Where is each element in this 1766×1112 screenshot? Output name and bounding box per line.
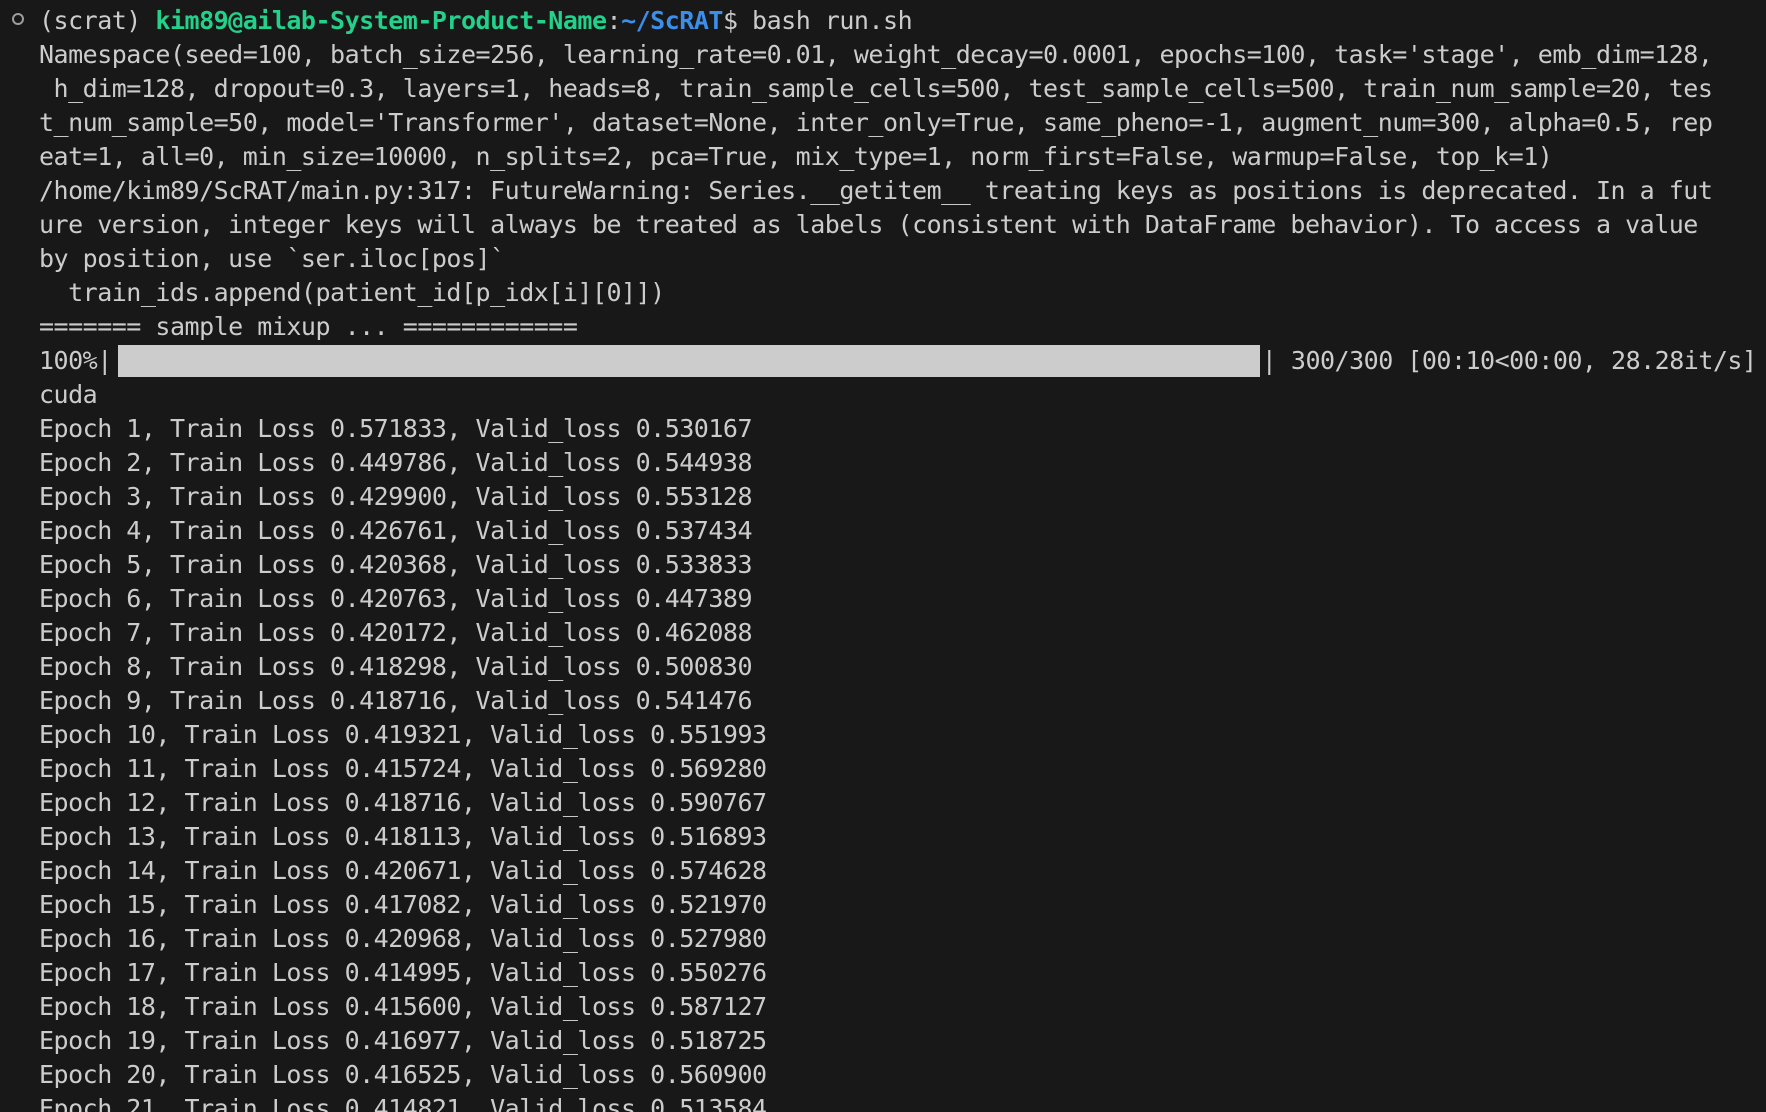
progress-percent: 100% bbox=[39, 346, 98, 375]
prompt-separator: : bbox=[606, 6, 622, 35]
output-block: Namespace(seed=100, batch_size=256, lear… bbox=[39, 38, 1759, 344]
epoch-log-line: Epoch 6, Train Loss 0.420763, Valid_loss… bbox=[39, 584, 753, 613]
progress-stats: 300/300 [00:10<00:00, 28.28it/s] bbox=[1276, 346, 1757, 375]
epoch-log-line: Epoch 13, Train Loss 0.418113, Valid_los… bbox=[39, 822, 767, 851]
epoch-log-line: Epoch 10, Train Loss 0.419321, Valid_los… bbox=[39, 720, 767, 749]
command-status-circle-icon[interactable] bbox=[12, 13, 24, 25]
device-line: cuda bbox=[39, 380, 98, 409]
epoch-log-line: Epoch 16, Train Loss 0.420968, Valid_los… bbox=[39, 924, 767, 953]
progress-bar-fill bbox=[117, 345, 1260, 377]
command-text: bash run.sh bbox=[737, 6, 913, 35]
output-line: h_dim=128, dropout=0.3, layers=1, heads=… bbox=[39, 74, 1713, 103]
epoch-log: Epoch 1, Train Loss 0.571833, Valid_loss… bbox=[39, 412, 1759, 1112]
epoch-log-line: Epoch 17, Train Loss 0.414995, Valid_los… bbox=[39, 958, 767, 987]
output-line: train_ids.append(patient_id[p_idx[i][0]]… bbox=[39, 278, 665, 307]
epoch-log-line: Epoch 4, Train Loss 0.426761, Valid_loss… bbox=[39, 516, 753, 545]
conda-env-label: (scrat) bbox=[39, 6, 141, 35]
epoch-log-line: Epoch 8, Train Loss 0.418298, Valid_loss… bbox=[39, 652, 753, 681]
epoch-log-line: Epoch 14, Train Loss 0.420671, Valid_los… bbox=[39, 856, 767, 885]
output-line: eat=1, all=0, min_size=10000, n_splits=2… bbox=[39, 142, 1553, 171]
progress-line: 100% | | 300/300 [00:10<00:00, 28.28it/s] bbox=[39, 344, 1759, 378]
cwd-path-label: ~/ScRAT bbox=[621, 6, 723, 35]
epoch-log-line: Epoch 1, Train Loss 0.571833, Valid_loss… bbox=[39, 414, 753, 443]
terminal-output: (scrat) kim89@ailab-System-Product-Name:… bbox=[39, 4, 1759, 1112]
epoch-log-line: Epoch 18, Train Loss 0.415600, Valid_los… bbox=[39, 992, 767, 1021]
epoch-log-line: Epoch 21, Train Loss 0.414821, Valid_los… bbox=[39, 1094, 767, 1112]
epoch-log-line: Epoch 20, Train Loss 0.416525, Valid_los… bbox=[39, 1060, 767, 1089]
epoch-log-line: Epoch 9, Train Loss 0.418716, Valid_loss… bbox=[39, 686, 753, 715]
epoch-log-line: Epoch 7, Train Loss 0.420172, Valid_loss… bbox=[39, 618, 753, 647]
output-line: Namespace(seed=100, batch_size=256, lear… bbox=[39, 40, 1713, 69]
epoch-log-line: Epoch 19, Train Loss 0.416977, Valid_los… bbox=[39, 1026, 767, 1055]
epoch-log-line: Epoch 11, Train Loss 0.415724, Valid_los… bbox=[39, 754, 767, 783]
progress-bar bbox=[117, 345, 1260, 377]
prompt-line: (scrat) kim89@ailab-System-Product-Name:… bbox=[39, 4, 1759, 38]
epoch-log-line: Epoch 15, Train Loss 0.417082, Valid_los… bbox=[39, 890, 767, 919]
epoch-log-line: Epoch 12, Train Loss 0.418716, Valid_los… bbox=[39, 788, 767, 817]
epoch-log-line: Epoch 2, Train Loss 0.449786, Valid_loss… bbox=[39, 448, 753, 477]
epoch-log-line: Epoch 3, Train Loss 0.429900, Valid_loss… bbox=[39, 482, 753, 511]
progress-left-pipe: | bbox=[97, 346, 112, 375]
output-line: t_num_sample=50, model='Transformer', da… bbox=[39, 108, 1713, 137]
terminal-panel[interactable]: (scrat) kim89@ailab-System-Product-Name:… bbox=[0, 0, 1766, 1112]
output-line: /home/kim89/ScRAT/main.py:317: FutureWar… bbox=[39, 176, 1713, 205]
prompt-symbol: $ bbox=[722, 6, 738, 35]
output-line: by position, use `ser.iloc[pos]` bbox=[39, 244, 505, 273]
user-host-label: kim89@ailab-System-Product-Name bbox=[155, 6, 607, 35]
output-line: ======= sample mixup ... ============ bbox=[39, 312, 578, 341]
progress-right-pipe: | bbox=[1261, 346, 1277, 375]
output-line: ure version, integer keys will always be… bbox=[39, 210, 1698, 239]
epoch-log-line: Epoch 5, Train Loss 0.420368, Valid_loss… bbox=[39, 550, 753, 579]
